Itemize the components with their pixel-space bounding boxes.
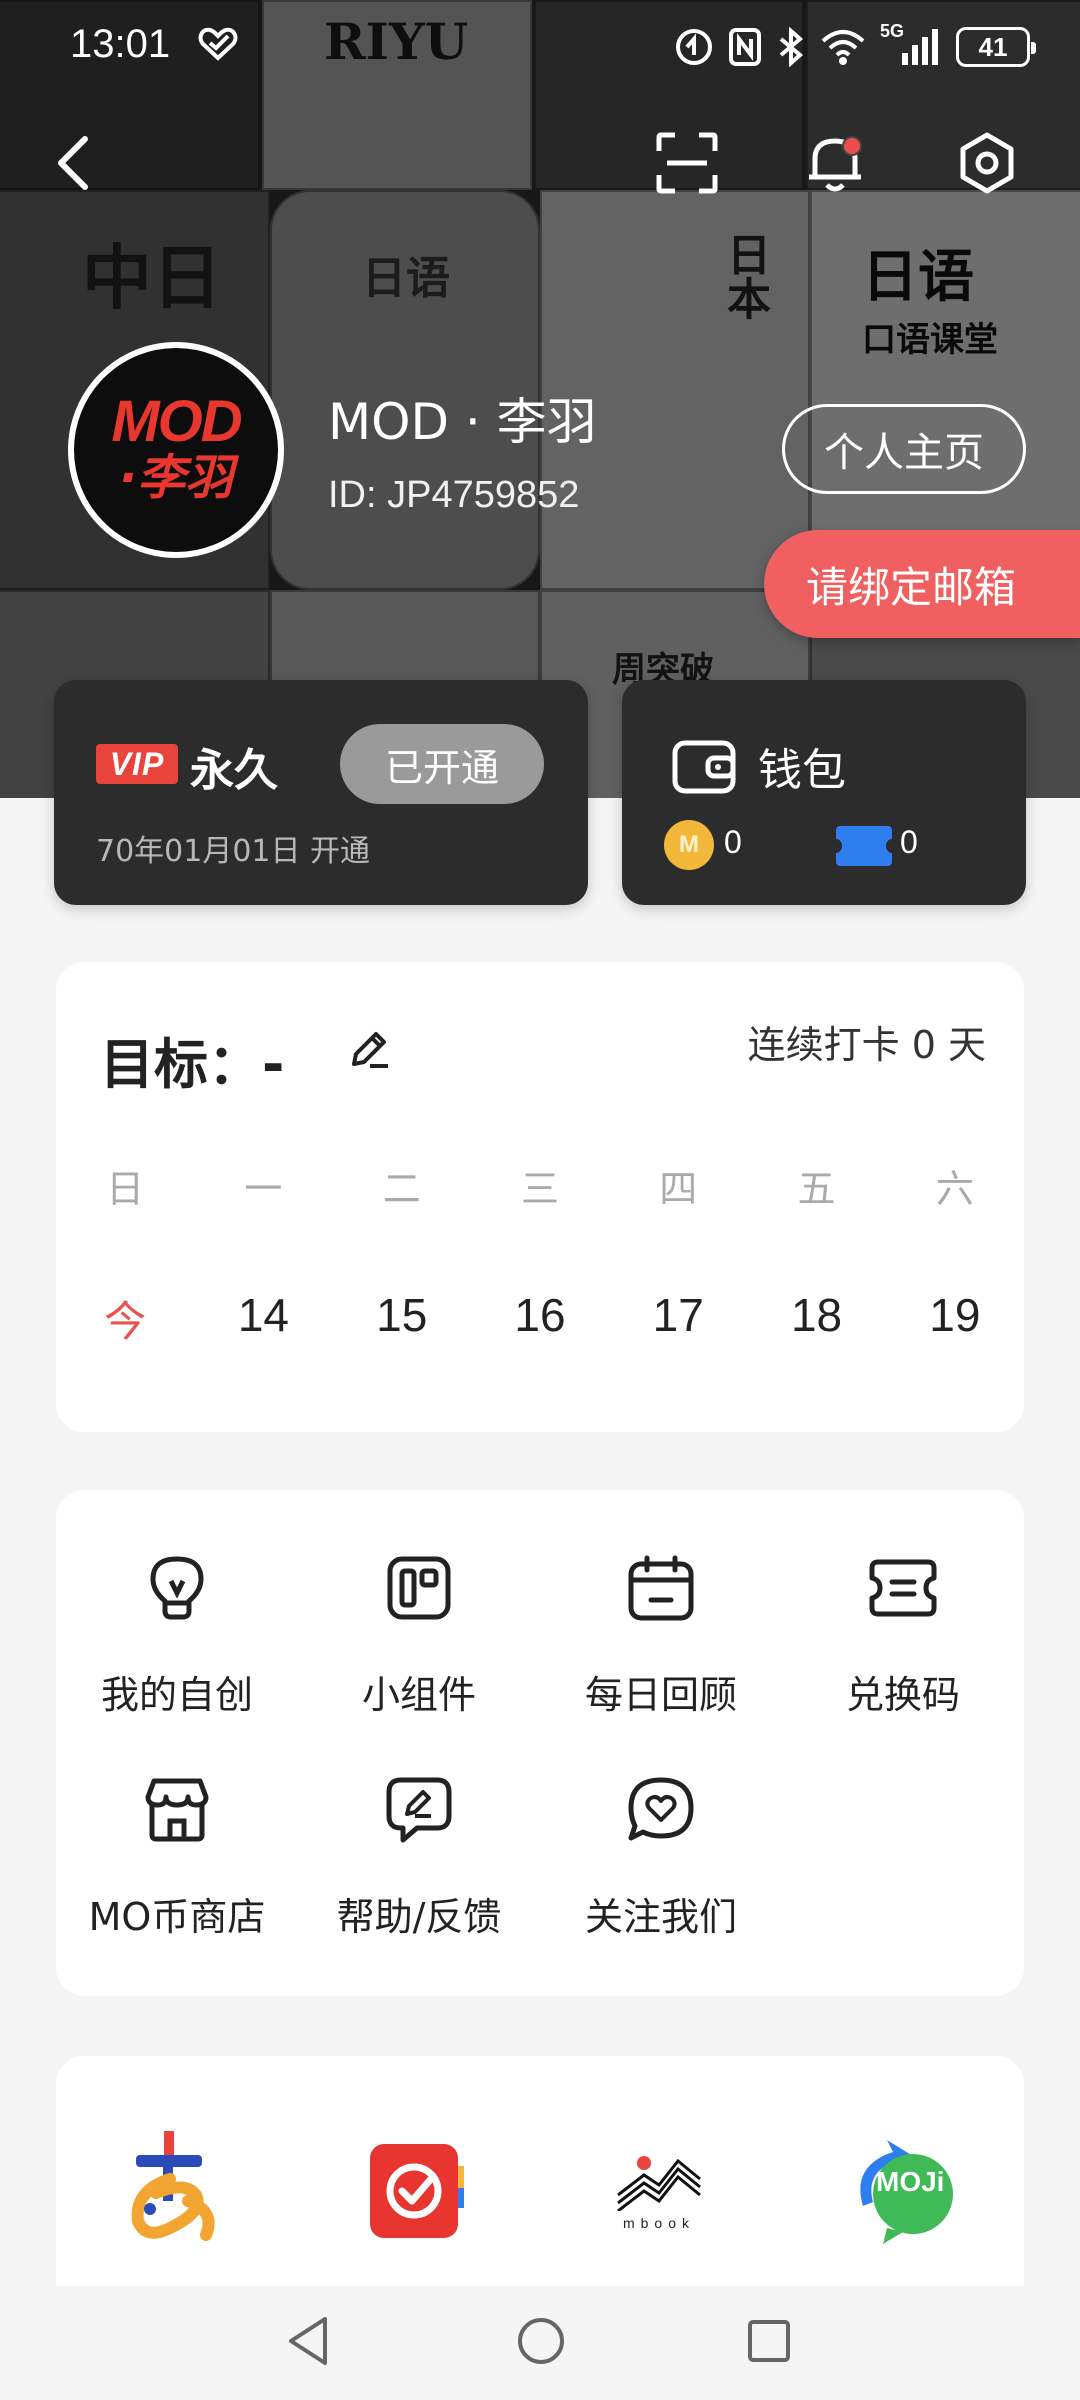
calendar-day[interactable]: 15 xyxy=(333,1288,471,1349)
weekday-label: 三 xyxy=(520,1167,559,1211)
notifications-button[interactable] xyxy=(800,128,870,198)
feature-mo-coin-store[interactable]: MO币商店 xyxy=(56,1770,298,1941)
heart-chat-icon xyxy=(628,1777,694,1841)
moji-app-icon[interactable]: MOJi xyxy=(838,2126,968,2256)
wifi-icon xyxy=(821,30,865,65)
mo-coin-icon: M xyxy=(664,820,714,870)
goal-value: - xyxy=(262,1033,285,1096)
feature-follow-us[interactable]: 关注我们 xyxy=(540,1770,782,1941)
system-navigation-bar xyxy=(0,2286,1080,2400)
feature-label: 小组件 xyxy=(361,1673,476,1717)
avatar-logo-subtext: ·李羽 xyxy=(118,450,234,506)
weekday-label: 二 xyxy=(382,1167,421,1211)
calendar-icon xyxy=(628,1555,694,1621)
scan-button[interactable] xyxy=(652,128,722,198)
triangle-back-icon xyxy=(289,2317,327,2365)
bind-email-button[interactable]: 请绑定邮箱 xyxy=(764,530,1080,638)
calendar-day-today[interactable]: 今 xyxy=(56,1288,194,1349)
status-bar: 13:01 5G 41 xyxy=(0,0,1080,100)
feature-redeem-code[interactable]: 兑换码 xyxy=(782,1548,1024,1719)
ticket-icon xyxy=(830,826,898,866)
goal-panel: 目标：- 连续打卡 0 天 日 一 二 三 四 五 六 今 14 15 16 1… xyxy=(56,962,1024,1432)
ticket-balance: 0 xyxy=(900,824,918,860)
nfc-icon xyxy=(729,28,761,66)
todo-check-app-icon[interactable] xyxy=(350,2126,480,2256)
goal-title[interactable]: 目标：- xyxy=(100,1020,284,1099)
feature-label: 关注我们 xyxy=(584,1895,737,1939)
feature-label: 兑换码 xyxy=(845,1673,960,1717)
mbook-app-icon[interactable]: mbook xyxy=(594,2126,724,2256)
battery-indicator: 41 xyxy=(956,27,1036,67)
check-app-icon xyxy=(370,2144,464,2238)
weekday-label: 六 xyxy=(935,1167,974,1211)
feature-widgets[interactable]: 小组件 xyxy=(298,1548,540,1719)
avatar-logo-text: MOD xyxy=(111,389,242,454)
status-time: 13:01 xyxy=(70,22,171,66)
feature-help-feedback[interactable]: 帮助/反馈 xyxy=(298,1770,540,1941)
square-recents-icon xyxy=(748,2320,790,2362)
heart-check-icon xyxy=(198,27,238,61)
cellular-signal-icon: 5G xyxy=(880,21,942,67)
user-id: ID: JP4759852 xyxy=(328,474,580,516)
weekday-label: 日 xyxy=(106,1167,145,1211)
feature-label: 我的自创 xyxy=(100,1673,253,1717)
nav-home-button[interactable] xyxy=(506,2306,576,2376)
vip-activation-date: 70年01月01日 开通 xyxy=(96,834,371,869)
checkin-streak: 连续打卡 0 天 xyxy=(747,1023,986,1067)
bluetooth-icon xyxy=(779,27,804,67)
lightbulb-icon xyxy=(150,1556,204,1620)
settings-hexagon-icon xyxy=(960,132,1014,194)
settings-button[interactable] xyxy=(952,128,1022,198)
mbook-label: mbook xyxy=(622,2215,696,2231)
vip-status-badge[interactable]: 已开通 xyxy=(340,724,544,804)
volte-icon xyxy=(676,29,712,65)
weekday-header: 日 一 二 三 四 五 六 xyxy=(56,1158,1024,1213)
coin-balance: 0 xyxy=(724,824,742,860)
mbook-logo-icon xyxy=(617,2156,701,2211)
feature-label: 每日回顾 xyxy=(584,1673,737,1717)
wallet-title: 钱包 xyxy=(758,745,846,796)
edit-pencil-icon[interactable] xyxy=(346,1026,392,1072)
scan-icon xyxy=(656,132,718,194)
nav-recents-button[interactable] xyxy=(734,2306,804,2376)
kana-app-icon xyxy=(131,2131,215,2241)
feature-grid-panel: 我的自创 小组件 每日回顾 兑换码 MO币商店 帮助/反馈 关注我们 xyxy=(56,1490,1024,1996)
moji-label: MOJi xyxy=(876,2166,945,2197)
wallet-card[interactable]: 钱包 M 0 0 xyxy=(622,680,1026,905)
ticket-icon xyxy=(869,1559,937,1617)
avatar[interactable]: MOD ·李羽 xyxy=(68,342,284,558)
calendar-day[interactable]: 14 xyxy=(194,1288,332,1349)
back-arrow-icon xyxy=(58,136,88,190)
personal-homepage-button[interactable]: 个人主页 xyxy=(782,404,1026,494)
weekday-label: 四 xyxy=(659,1167,698,1211)
nav-back-button[interactable] xyxy=(274,2306,344,2376)
store-icon xyxy=(145,1778,209,1842)
vip-term: 永久 xyxy=(190,745,278,796)
feature-label: 帮助/反馈 xyxy=(336,1895,502,1939)
calendar-day[interactable]: 18 xyxy=(747,1288,885,1349)
feature-daily-review[interactable]: 每日回顾 xyxy=(540,1548,782,1719)
vip-card[interactable]: VIP 永久 已开通 70年01月01日 开通 xyxy=(54,680,588,905)
weekday-label: 一 xyxy=(244,1167,283,1211)
feature-label: MO币商店 xyxy=(88,1895,266,1939)
notification-badge xyxy=(842,136,862,156)
related-apps-panel: mbook MOJi xyxy=(56,2056,1024,2296)
calendar-day[interactable]: 19 xyxy=(886,1288,1024,1349)
vip-badge: VIP xyxy=(96,744,178,784)
goal-label: 目标： xyxy=(100,1033,262,1096)
calendar-day[interactable]: 17 xyxy=(609,1288,747,1349)
calendar-day[interactable]: 16 xyxy=(471,1288,609,1349)
wallet-icon xyxy=(672,740,736,794)
feature-my-creations[interactable]: 我的自创 xyxy=(56,1548,298,1719)
feedback-icon xyxy=(386,1777,452,1843)
back-button[interactable] xyxy=(38,128,108,198)
week-dates: 今 14 15 16 17 18 19 xyxy=(56,1288,1024,1349)
circle-home-icon xyxy=(518,2318,564,2364)
japanese-kana-app-icon[interactable] xyxy=(106,2126,236,2256)
weekday-label: 五 xyxy=(797,1167,836,1211)
username: MOD · 李羽 xyxy=(328,393,597,451)
widget-icon xyxy=(387,1556,451,1620)
